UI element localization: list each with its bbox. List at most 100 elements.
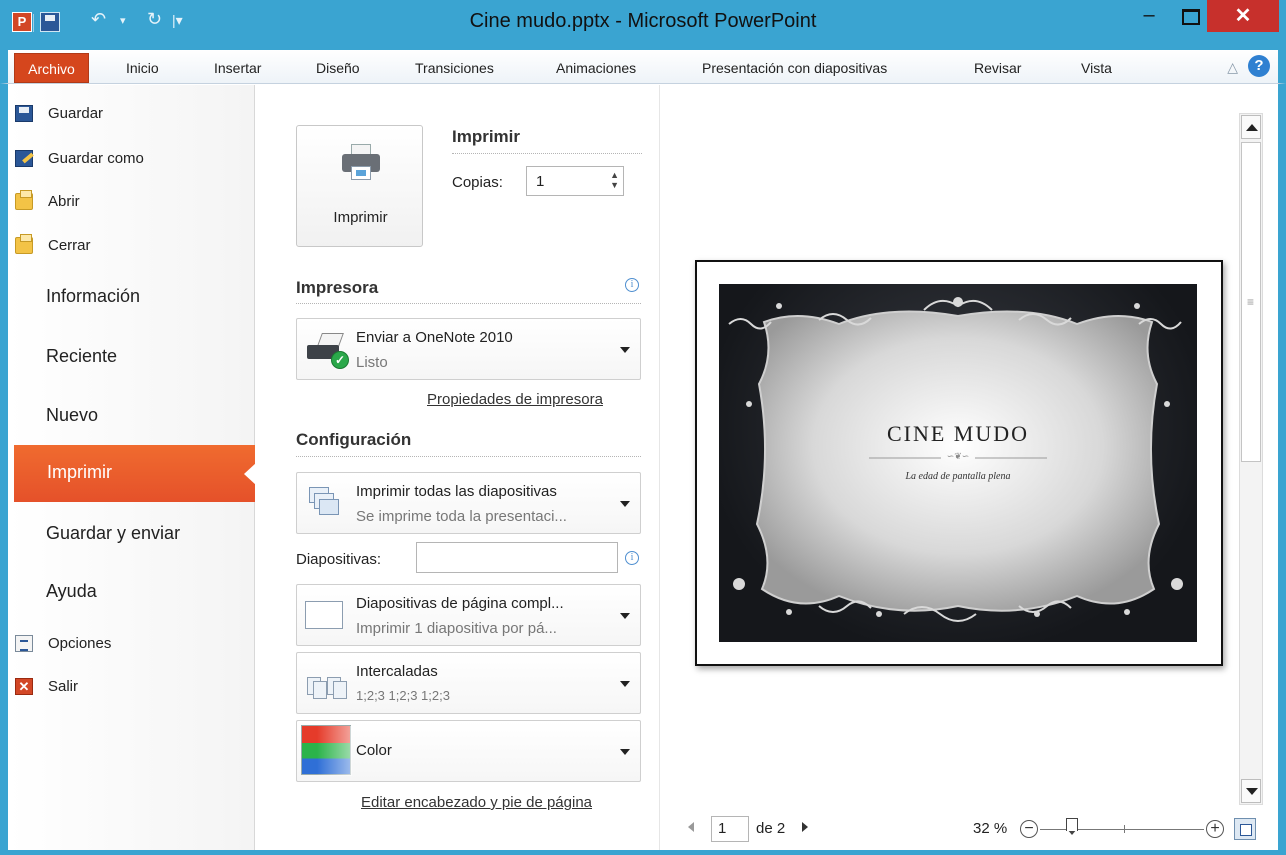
sidebar-item-label: Guardar (48, 105, 104, 122)
divider (452, 153, 642, 154)
stepper-arrows-icon[interactable]: ▲ ▼ (610, 170, 619, 190)
sidebar-item-nuevo[interactable]: Nuevo (46, 405, 98, 426)
print-settings-panel: Imprimir Imprimir Copias: 1 ▲ ▼ Impresora… (256, 85, 658, 850)
copies-stepper[interactable]: 1 ▲ ▼ (526, 166, 624, 196)
sidebar-item-reciente[interactable]: Reciente (46, 346, 117, 367)
minimize-button[interactable]: – (1127, 5, 1171, 30)
tab-vista[interactable]: Vista (1081, 60, 1112, 76)
zoom-level[interactable]: 32 % (973, 820, 1007, 837)
chevron-down-icon (620, 681, 630, 687)
color-dropdown[interactable]: Color (296, 720, 641, 782)
slide-title: CINE MUDO (886, 421, 1030, 446)
printer-dropdown[interactable]: ✓ Enviar a OneNote 2010 Listo (296, 318, 641, 380)
options-icon (15, 635, 33, 652)
slide-thumbnail: CINE MUDO ∽❦∽ La edad de pantalla plena (719, 284, 1197, 642)
sidebar-item-guardar-como[interactable]: Guardar como (15, 150, 144, 167)
collate-sub: 1;2;3 1;2;3 1;2;3 (356, 688, 450, 703)
page-count: de 2 (756, 820, 786, 837)
window-title: Cine mudo.pptx - Microsoft PowerPoint (469, 10, 817, 32)
sidebar-item-guardar-enviar[interactable]: Guardar y enviar (46, 523, 180, 544)
ornament-divider-icon: ∽❦∽ (946, 452, 970, 462)
sidebar-item-label: Salir (48, 678, 79, 695)
tab-presentacion[interactable]: Presentación con diapositivas (702, 60, 887, 76)
copies-value: 1 (536, 173, 545, 190)
print-button[interactable]: Imprimir (296, 125, 423, 247)
maximize-button[interactable] (1174, 6, 1204, 30)
zoom-slider-track[interactable] (1040, 829, 1204, 830)
zoom-out-icon[interactable]: − (1020, 820, 1038, 838)
scroll-up-icon[interactable] (1241, 115, 1261, 139)
settings-section-title: Configuración (296, 430, 412, 449)
window-frame-bottom (0, 850, 1286, 855)
tab-archivo[interactable]: Archivo (14, 53, 89, 83)
print-range-sub: Se imprime toda la presentaci... (356, 508, 567, 525)
printer-status: Listo (356, 354, 388, 371)
sidebar-item-ayuda[interactable]: Ayuda (46, 581, 97, 602)
color-swatch-icon (301, 725, 352, 776)
scroll-down-icon[interactable] (1241, 779, 1261, 803)
slides-label: Diapositivas: (296, 551, 382, 568)
tab-revisar[interactable]: Revisar (974, 60, 1021, 76)
print-preview-pane: CINE MUDO ∽❦∽ La edad de pantalla plena (659, 85, 1239, 850)
divider (296, 456, 641, 457)
previous-page-icon[interactable] (688, 822, 694, 832)
chevron-down-icon (620, 613, 630, 619)
color-title: Color (356, 742, 392, 759)
tab-insertar[interactable]: Insertar (214, 60, 261, 76)
backstage-sidebar: Guardar Guardar como Abrir Cerrar Inform… (8, 85, 256, 850)
info-icon[interactable]: i (625, 551, 639, 565)
sidebar-item-label: Cerrar (48, 237, 91, 254)
sidebar-item-label: Abrir (48, 193, 80, 210)
collate-dropdown[interactable]: Intercaladas 1;2;3 1;2;3 1;2;3 (296, 652, 641, 714)
page-number-input[interactable]: 1 (711, 816, 749, 842)
zoom-to-page-icon[interactable] (1234, 818, 1256, 840)
scroll-thumb[interactable] (1241, 142, 1261, 462)
ornate-frame-graphic (728, 297, 1183, 622)
sidebar-item-opciones[interactable]: Opciones (15, 635, 112, 652)
help-icon[interactable]: ? (1248, 55, 1270, 77)
layout-title: Diapositivas de página compl... (356, 595, 564, 612)
preview-page: CINE MUDO ∽❦∽ La edad de pantalla plena (695, 260, 1223, 666)
tab-diseno[interactable]: Diseño (316, 60, 360, 76)
zoom-in-icon[interactable]: + (1206, 820, 1224, 838)
printer-section-title: Impresora (296, 278, 379, 297)
tab-transiciones[interactable]: Transiciones (415, 60, 494, 76)
sidebar-item-label: Imprimir (47, 462, 112, 482)
open-folder-icon (15, 190, 33, 210)
chevron-down-icon (620, 501, 630, 507)
next-page-icon[interactable] (802, 822, 808, 832)
layout-dropdown[interactable]: Diapositivas de página compl... Imprimir… (296, 584, 641, 646)
preview-scrollbar[interactable] (1239, 113, 1263, 805)
zoom-slider-thumb[interactable] (1066, 818, 1078, 838)
save-icon (15, 105, 33, 122)
sidebar-item-informacion[interactable]: Información (46, 286, 140, 307)
printer-properties-link[interactable]: Propiedades de impresora (427, 391, 603, 408)
sidebar-item-salir[interactable]: ✕ Salir (15, 678, 79, 695)
slides-input[interactable] (416, 542, 618, 573)
tab-animaciones[interactable]: Animaciones (556, 60, 636, 76)
minimize-ribbon-icon[interactable]: △ (1227, 59, 1238, 76)
sidebar-item-abrir[interactable]: Abrir (15, 190, 80, 210)
sidebar-item-cerrar[interactable]: Cerrar (15, 234, 91, 254)
ribbon-tab-bar: Archivo Inicio Insertar Diseño Transicio… (0, 50, 1286, 84)
sidebar-item-label: Opciones (48, 635, 112, 652)
copies-label: Copias: (452, 174, 503, 191)
tab-inicio[interactable]: Inicio (126, 60, 159, 76)
sidebar-item-guardar[interactable]: Guardar (15, 105, 104, 122)
sidebar-item-imprimir[interactable]: Imprimir (14, 445, 256, 502)
collated-icon (305, 663, 349, 705)
printer-icon (342, 144, 380, 184)
window-frame-right (1278, 84, 1286, 855)
zoom-slider-midpoint (1124, 825, 1125, 833)
layout-sub: Imprimir 1 diapositiva por pá... (356, 620, 557, 637)
close-button[interactable]: ✕ (1207, 0, 1279, 32)
chevron-down-icon (620, 347, 630, 353)
print-range-title: Imprimir todas las diapositivas (356, 483, 557, 500)
edit-header-footer-link[interactable]: Editar encabezado y pie de página (361, 794, 592, 811)
info-icon[interactable]: i (625, 278, 639, 292)
sidebar-item-label: Guardar como (48, 150, 144, 167)
close-folder-icon (15, 234, 33, 254)
title-bar: P ↶ ▾ ↻ |▾ Cine mudo.pptx - Microsoft Po… (0, 0, 1286, 50)
all-slides-icon (305, 483, 349, 525)
print-range-dropdown[interactable]: Imprimir todas las diapositivas Se impri… (296, 472, 641, 534)
